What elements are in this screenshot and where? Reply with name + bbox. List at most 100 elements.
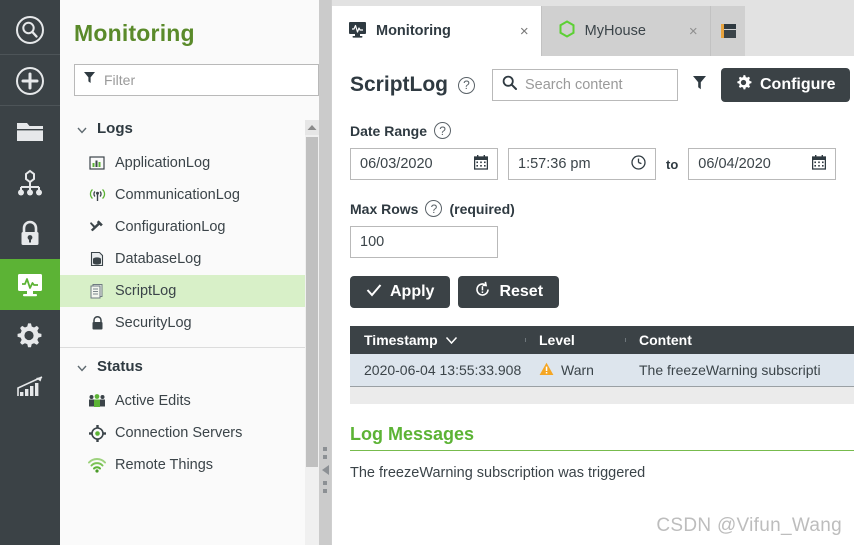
sidebar-item-securitylog[interactable]: SecurityLog: [60, 307, 331, 339]
max-rows-input[interactable]: 100: [350, 226, 498, 258]
tab-overflow-stub[interactable]: [710, 6, 745, 56]
chevron-left-icon[interactable]: [321, 465, 329, 475]
nav-scrollbar-thumb[interactable]: [306, 137, 318, 467]
sidebar-item-label: SecurityLog: [115, 315, 192, 331]
search-input[interactable]: Search content: [492, 69, 678, 101]
table-footer-bar: [350, 386, 854, 404]
grip-dot: [323, 447, 327, 451]
nav-group-status[interactable]: Status: [60, 348, 331, 385]
help-icon[interactable]: ?: [458, 76, 475, 94]
sidebar-item-applicationlog[interactable]: ApplicationLog: [60, 147, 331, 179]
from-time-value: 1:57:36 pm: [518, 156, 591, 172]
nav-group-label: Logs: [97, 120, 133, 137]
sidebar-item-label: ConfigurationLog: [115, 219, 226, 235]
sidebar-item-label: CommunicationLog: [115, 187, 240, 203]
help-icon[interactable]: ?: [425, 200, 443, 217]
panel-collapse-handle[interactable]: [320, 430, 330, 510]
database-icon: [88, 250, 106, 268]
sidebar-item-communicationlog[interactable]: CommunicationLog: [60, 179, 331, 211]
sidebar-item-connection-servers[interactable]: Connection Servers: [60, 417, 331, 449]
date-range-inputs: 06/03/2020 1:57:36 pm to 06/04/2020: [350, 148, 854, 180]
clock-icon[interactable]: [631, 154, 646, 174]
log-messages-body: The freezeWarning subscription was trigg…: [350, 465, 646, 481]
tab-myhouse[interactable]: MyHouse ×: [541, 6, 711, 56]
level-label: Warn: [561, 362, 594, 378]
tab-bar: Monitoring × MyHouse ×: [332, 0, 854, 56]
gear-icon: [15, 321, 45, 351]
funnel-icon: [692, 75, 707, 95]
table-row[interactable]: 2020-06-04 13:55:33.908 Warn The freezeW…: [350, 354, 854, 386]
warning-icon: [539, 362, 554, 379]
tab-label: MyHouse: [584, 23, 646, 39]
to-date-input[interactable]: 06/04/2020: [688, 148, 837, 180]
calendar-icon[interactable]: [473, 154, 489, 174]
app-window: Monitoring Filter Logs ApplicationLog Co…: [0, 0, 854, 545]
rail-item-search[interactable]: [0, 4, 60, 55]
nav-group-logs[interactable]: Logs: [60, 110, 331, 147]
log-messages-title: Log Messages: [350, 424, 475, 444]
column-header-content[interactable]: Content: [625, 332, 854, 348]
folder-icon: [15, 119, 45, 145]
reset-button[interactable]: Reset: [458, 276, 560, 308]
panel-title: ScriptLog: [350, 73, 448, 96]
funnel-icon: [83, 71, 96, 89]
sidebar-item-scriptlog[interactable]: ScriptLog: [60, 275, 331, 307]
column-header-level[interactable]: Level: [525, 332, 625, 348]
gear-icon: [735, 74, 752, 96]
nav-group-label: Status: [97, 358, 143, 375]
filter-placeholder: Filter: [104, 72, 136, 88]
rail-item-browse[interactable]: [0, 106, 60, 157]
search-icon: [15, 15, 45, 45]
sidebar-item-databaselog[interactable]: DatabaseLog: [60, 243, 331, 275]
column-label: Timestamp: [364, 332, 438, 348]
nav-tree: Logs ApplicationLog CommunicationLog Con…: [60, 110, 331, 545]
panel-splitter[interactable]: [319, 0, 331, 545]
column-label: Content: [639, 332, 692, 348]
calendar-icon[interactable]: [812, 154, 827, 174]
rail-item-monitoring[interactable]: [0, 259, 60, 310]
help-icon[interactable]: ?: [434, 122, 452, 139]
reset-icon: [474, 281, 491, 303]
sidebar-item-active-edits[interactable]: Active Edits: [60, 385, 331, 417]
configure-button[interactable]: Configure: [721, 68, 850, 102]
date-range-label-row: Date Range ?: [350, 122, 854, 139]
chart-icon: [15, 374, 45, 400]
from-date-input[interactable]: 06/03/2020: [350, 148, 498, 180]
to-date-value: 06/04/2020: [698, 156, 771, 172]
scriptlog-header: ScriptLog ? Search content Configure: [350, 56, 854, 102]
reset-label: Reset: [499, 283, 544, 300]
cell-level: Warn: [525, 362, 625, 379]
rail-item-analytics[interactable]: [0, 361, 60, 412]
close-icon[interactable]: ×: [689, 24, 698, 39]
tab-monitoring[interactable]: Monitoring ×: [332, 6, 542, 56]
wifi-icon: [88, 456, 106, 474]
action-buttons: Apply Reset: [350, 276, 854, 308]
lock-icon: [88, 314, 106, 332]
nav-scrollbar[interactable]: [305, 120, 319, 545]
filter-button[interactable]: [688, 75, 711, 95]
sort-descending-icon[interactable]: [445, 332, 458, 348]
sidebar-item-label: ScriptLog: [115, 283, 177, 299]
check-icon: [366, 283, 382, 302]
rail-item-configuration[interactable]: [0, 310, 60, 361]
close-icon[interactable]: ×: [520, 24, 529, 39]
from-time-input[interactable]: 1:57:36 pm: [508, 148, 656, 180]
grip-dot: [323, 455, 327, 459]
filter-input[interactable]: Filter: [74, 64, 319, 96]
column-header-timestamp[interactable]: Timestamp: [350, 332, 525, 348]
hexagon-icon: [558, 20, 576, 42]
rail-item-add[interactable]: [0, 55, 60, 106]
sidebar-item-configurationlog[interactable]: ConfigurationLog: [60, 211, 331, 243]
sidebar-item-label: ApplicationLog: [115, 155, 211, 171]
sidebar-item-remote-things[interactable]: Remote Things: [60, 449, 331, 481]
date-range-label: Date Range: [350, 122, 428, 139]
search-placeholder: Search content: [525, 77, 623, 93]
navigation-panel: Monitoring Filter Logs ApplicationLog Co…: [60, 0, 332, 545]
rail-item-security[interactable]: [0, 208, 60, 259]
rail-item-model[interactable]: [0, 157, 60, 208]
monitor-icon: [348, 21, 367, 42]
apply-button[interactable]: Apply: [350, 276, 451, 308]
people-icon: [88, 392, 106, 410]
scroll-up-arrow-icon[interactable]: [305, 120, 319, 135]
log-messages-divider: [350, 450, 854, 451]
